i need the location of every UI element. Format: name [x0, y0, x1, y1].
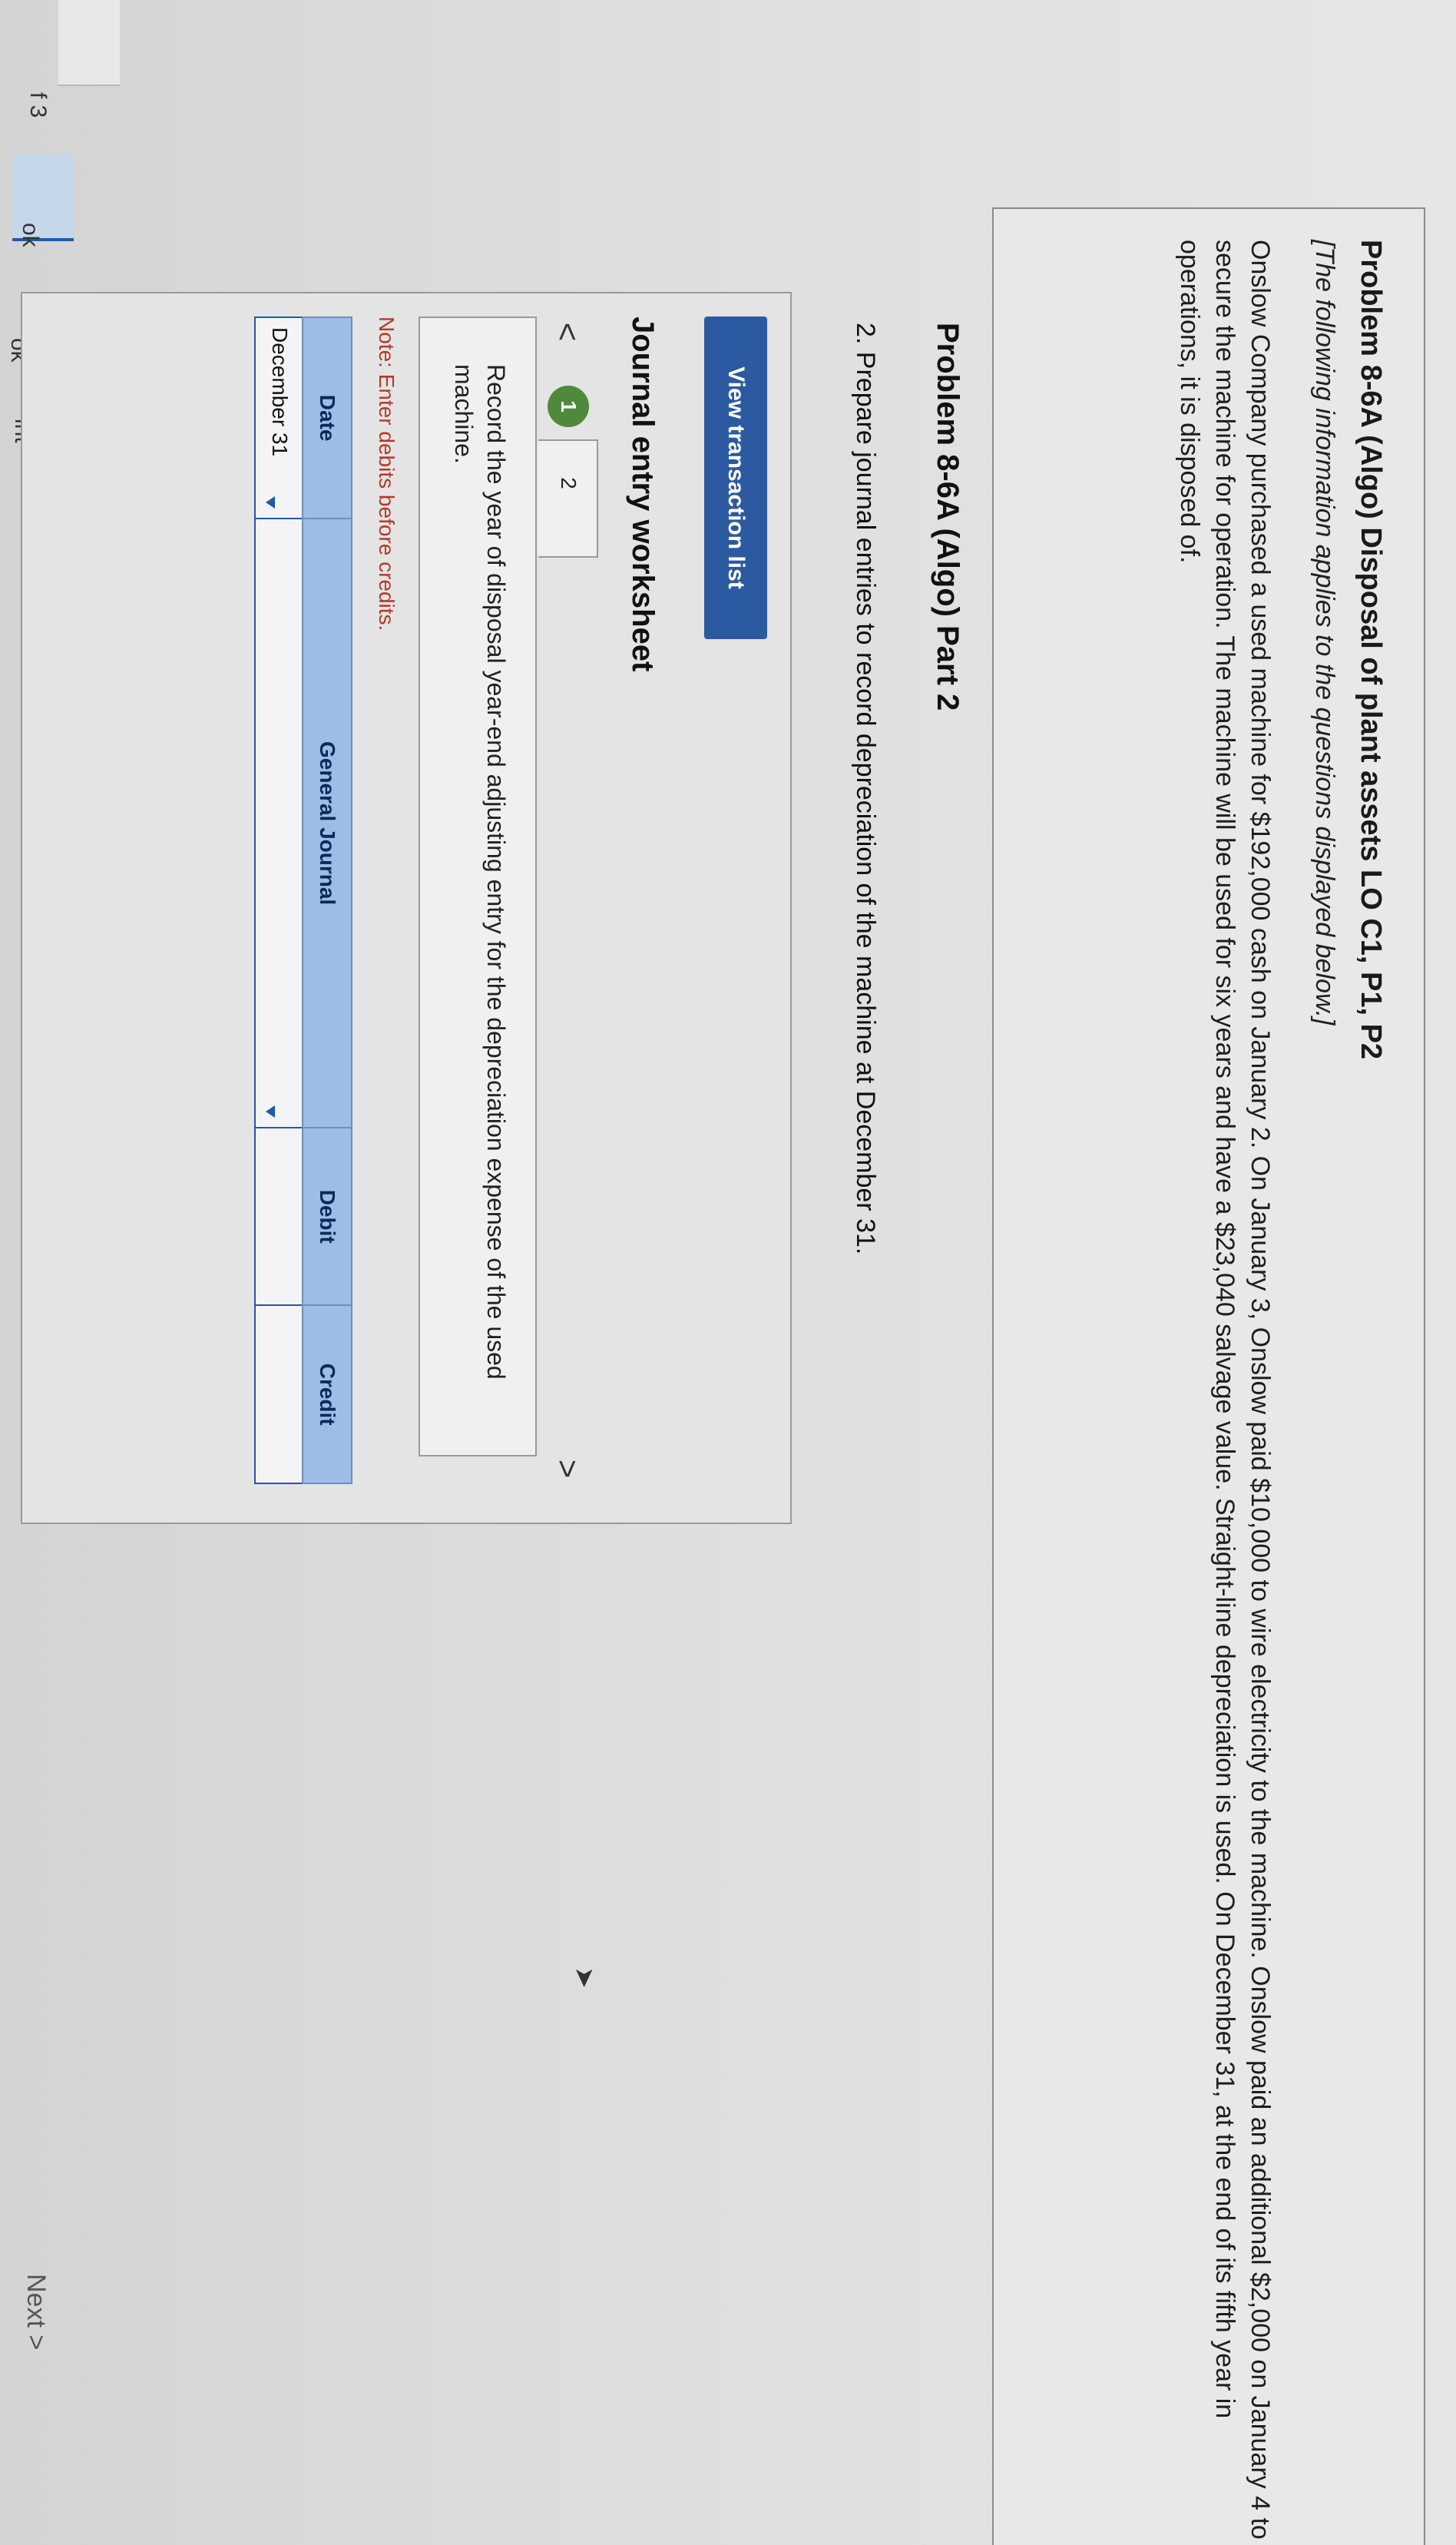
sidebar-tab[interactable]: [58, 0, 120, 86]
step-1-indicator[interactable]: 1: [548, 386, 589, 427]
table-row: December 31: [255, 317, 303, 1483]
next-step-button[interactable]: >: [544, 1453, 591, 1484]
column-header-credit: Credit: [303, 1305, 352, 1483]
worksheet-step-nav: < 1 2 >: [538, 316, 598, 1478]
mouse-cursor-icon: ➤: [570, 1967, 599, 1989]
credit-input[interactable]: [255, 1305, 303, 1483]
chevron-down-icon: [266, 1105, 275, 1118]
journal-table: Date General Journal Debit Credit Decemb…: [254, 316, 352, 1484]
question-text: 2. Prepare journal entries to record dep…: [851, 323, 880, 1255]
account-select[interactable]: [255, 519, 303, 1128]
column-header-date: Date: [303, 317, 352, 519]
date-select[interactable]: December 31: [255, 317, 303, 519]
next-label: Next: [22, 2274, 51, 2328]
instruction-text: Record the year of disposal year-end adj…: [450, 364, 510, 1380]
instruction-box: Record the year of disposal year-end adj…: [419, 316, 537, 1456]
step-2-indicator[interactable]: 2: [548, 462, 589, 504]
worksheet-panel: View transaction list Journal entry work…: [21, 292, 792, 1524]
view-transaction-list-button[interactable]: View transaction list: [704, 316, 767, 639]
chevron-down-icon: [266, 496, 275, 509]
problem-subtitle: [The following information applies to th…: [1310, 240, 1339, 1026]
next-page-button[interactable]: Next >: [21, 2274, 51, 2350]
prev-step-button[interactable]: <: [544, 316, 591, 347]
column-header-general-journal: General Journal: [303, 519, 352, 1128]
worksheet-title: Journal entry worksheet: [626, 316, 660, 672]
part-title: Problem 8-6A (Algo) Part 2: [931, 323, 965, 711]
required-information-box: Problem 8-6A (Algo) Disposal of plant as…: [992, 207, 1425, 2545]
problem-title: Problem 8-6A (Algo) Disposal of plant as…: [1355, 240, 1387, 1060]
entry-note: Note: Enter debits before credits.: [375, 316, 399, 631]
date-value: December 31: [268, 327, 292, 457]
problem-description: Onslow Company purchased a used machine …: [1175, 240, 1275, 2540]
debit-input[interactable]: [255, 1127, 303, 1306]
column-header-debit: Debit: [303, 1127, 352, 1306]
page-stage: f 3 ok ok int rences Problem 8-6A (Algo)…: [0, 0, 1456, 2545]
